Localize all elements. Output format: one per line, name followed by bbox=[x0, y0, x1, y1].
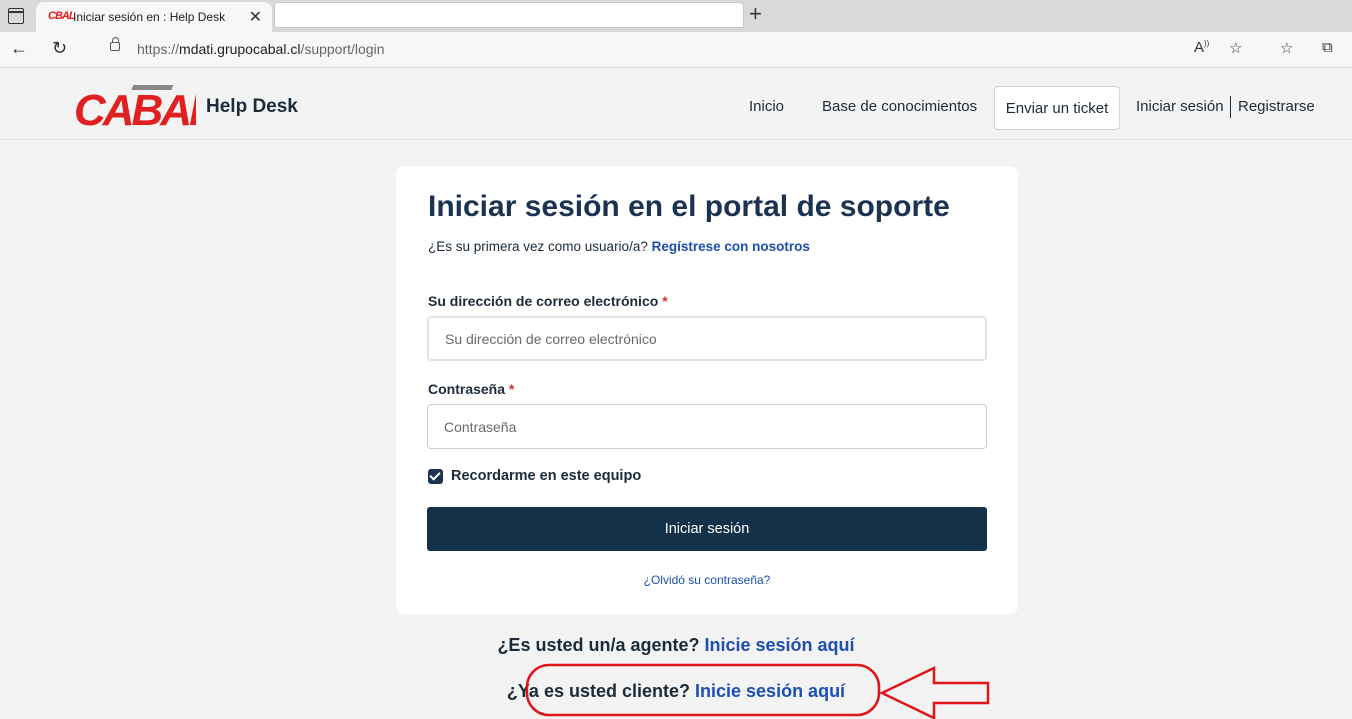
register-link[interactable]: Regístrese con nosotros bbox=[652, 239, 810, 254]
favorites-icon[interactable]: ☆ bbox=[1280, 39, 1293, 57]
url-text: https://mdati.grupocabal.cl/support/logi… bbox=[137, 41, 385, 57]
read-aloud-icon[interactable]: A)) bbox=[1194, 39, 1209, 56]
back-arrow-icon[interactable]: ← bbox=[10, 38, 28, 59]
tab-strip: CBAL Iniciar sesión en : Help Desk ✕ + bbox=[0, 0, 1352, 32]
address-bar: ← ↻ https://mdati.grupocabal.cl/support/… bbox=[0, 32, 1352, 68]
site-favicon-icon: CBAL bbox=[48, 10, 76, 22]
nav-knowledge-base[interactable]: Base de conocimientos bbox=[822, 98, 977, 115]
forgot-password-link[interactable]: ¿Olvidó su contraseña? bbox=[396, 573, 1018, 587]
password-input[interactable] bbox=[427, 404, 987, 449]
cabal-logo[interactable]: CABAL bbox=[74, 83, 196, 129]
nav-home[interactable]: Inicio bbox=[749, 98, 784, 115]
logo-text: CABAL bbox=[74, 86, 196, 129]
login-submit-button[interactable]: Iniciar sesión bbox=[427, 507, 987, 551]
browser-tab-blank[interactable] bbox=[274, 2, 744, 28]
reload-icon[interactable]: ↻ bbox=[52, 38, 67, 59]
nav-divider bbox=[1230, 96, 1231, 118]
tab-title: Iniciar sesión en : Help Desk bbox=[73, 10, 226, 24]
password-label: Contraseña * bbox=[428, 381, 515, 397]
favorites-add-icon[interactable]: ☆ bbox=[1229, 39, 1242, 57]
url-field[interactable]: https://mdati.grupocabal.cl/support/logi… bbox=[90, 36, 1352, 64]
tab-actions-icon[interactable] bbox=[8, 8, 24, 24]
login-card: Iniciar sesión en el portal de soporte ¿… bbox=[396, 166, 1018, 614]
client-login-link[interactable]: Inicie sesión aquí bbox=[695, 681, 845, 701]
email-label: Su dirección de correo electrónico * bbox=[428, 293, 668, 309]
first-time-text: ¿Es su primera vez como usuario/a? Regís… bbox=[428, 239, 810, 254]
client-login-line: ¿Ya es usted cliente? Inicie sesión aquí bbox=[506, 681, 846, 701]
brand-name[interactable]: Help Desk bbox=[206, 96, 298, 118]
remember-checkbox[interactable] bbox=[428, 469, 443, 484]
agent-login-link[interactable]: Inicie sesión aquí bbox=[705, 635, 855, 655]
nav-register[interactable]: Registrarse bbox=[1238, 98, 1315, 115]
browser-tab-active[interactable]: CBAL Iniciar sesión en : Help Desk ✕ bbox=[36, 2, 272, 32]
agent-login-line: ¿Es usted un/a agente? Inicie sesión aqu… bbox=[497, 635, 855, 655]
close-tab-icon[interactable]: ✕ bbox=[249, 7, 262, 27]
site-header: CABAL Help Desk Inicio Base de conocimie… bbox=[0, 69, 1352, 140]
email-input[interactable] bbox=[427, 316, 987, 361]
page-title: Iniciar sesión en el portal de soporte bbox=[428, 190, 950, 223]
collections-icon[interactable]: ⧉ bbox=[1322, 39, 1333, 56]
new-tab-icon[interactable]: + bbox=[749, 2, 762, 26]
submit-ticket-button[interactable]: Enviar un ticket bbox=[994, 86, 1120, 130]
remember-label[interactable]: Recordarme en este equipo bbox=[451, 468, 641, 484]
lock-icon[interactable] bbox=[110, 37, 120, 51]
nav-login[interactable]: Iniciar sesión bbox=[1136, 98, 1224, 115]
